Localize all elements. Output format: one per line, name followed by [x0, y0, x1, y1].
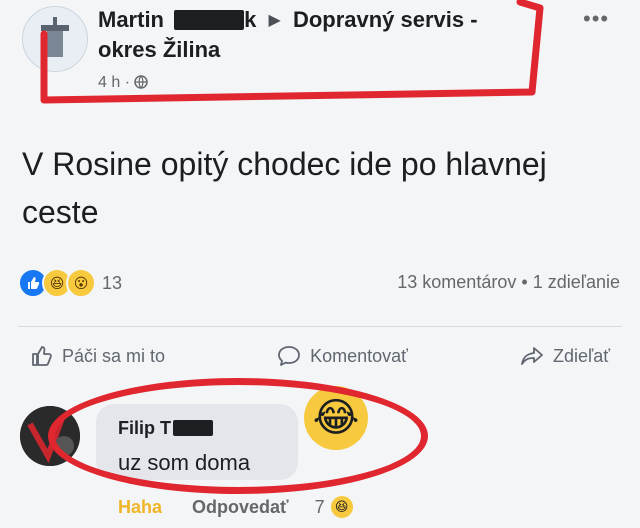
share-button[interactable]: Zdieľať: [507, 344, 622, 368]
reply-link[interactable]: Odpovedať: [192, 497, 289, 518]
haha-reaction-icon[interactable]: 😆: [330, 496, 353, 518]
stats-separator: •: [521, 272, 528, 292]
comment-actions: Haha Odpovedať 7 😆: [118, 496, 353, 518]
comment-button[interactable]: Komentovať: [264, 344, 420, 368]
post-text: V Rosine opitý chodec ide po hlavnej ces…: [22, 146, 547, 230]
comment-label: Komentovať: [310, 345, 408, 366]
reaction-summary[interactable]: 😆 😮 13: [18, 268, 122, 298]
comment-reaction-count: 7: [314, 496, 325, 517]
like-button[interactable]: Páči sa mi to: [18, 344, 177, 368]
red-annotation-comment: [48, 378, 428, 494]
haha-link[interactable]: Haha: [118, 497, 162, 518]
share-icon: [521, 347, 543, 365]
comment-icon: [278, 346, 300, 366]
like-label: Páči sa mi to: [62, 345, 166, 366]
share-count-link[interactable]: 1 zdieľanie: [533, 272, 620, 292]
comment-count-link[interactable]: 13 komentárov: [397, 272, 516, 292]
divider: [18, 326, 622, 327]
post-actions: Páči sa mi to Komentovať Zdieľať: [18, 334, 622, 378]
wow-reaction-icon: 😮: [66, 268, 96, 298]
red-annotation-header: [40, 0, 544, 104]
post-stats: 13 komentárov • 1 zdieľanie: [397, 272, 620, 293]
share-label: Zdieľať: [552, 345, 610, 366]
thumbs-up-icon: [32, 346, 52, 366]
reaction-count: 13: [102, 272, 123, 293]
